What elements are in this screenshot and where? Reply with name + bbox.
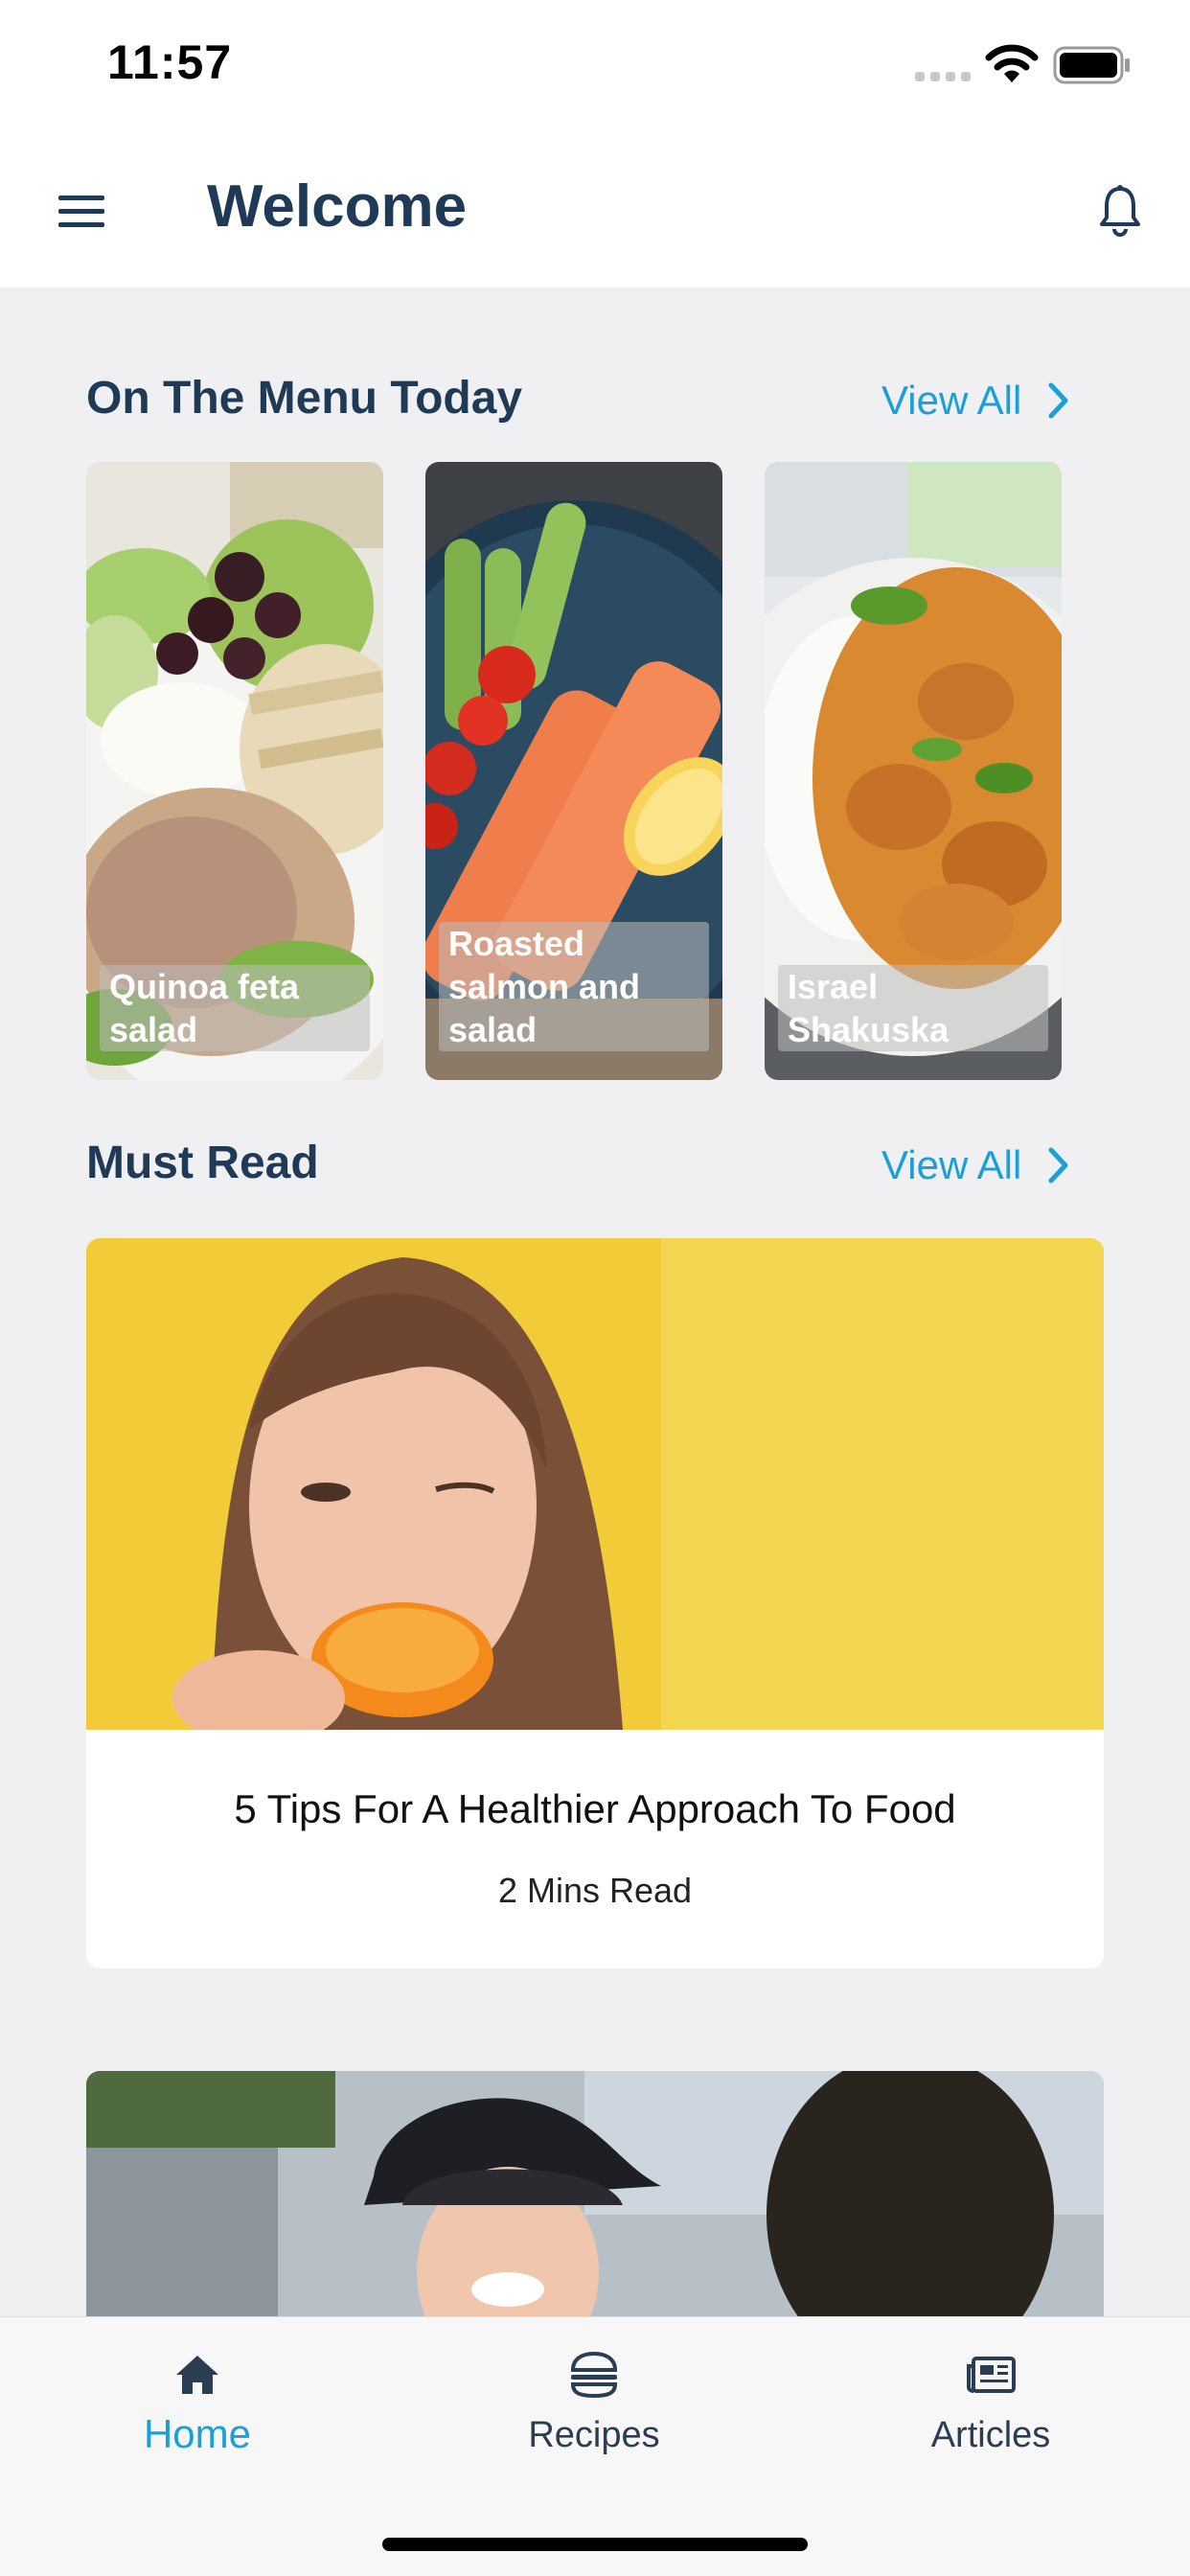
wifi-icon — [985, 44, 1039, 82]
chevron-right-icon — [1048, 1147, 1068, 1184]
menu-card-label: Quinoa feta salad — [100, 965, 370, 1051]
tab-articles[interactable]: Articles — [847, 2348, 1134, 2482]
home-indicator — [382, 2538, 808, 2551]
notifications-button[interactable] — [1088, 178, 1152, 245]
status-time: 11:57 — [107, 35, 233, 89]
must-read-section-title: Must Read — [86, 1138, 319, 1188]
cellular-signal-icon — [915, 72, 971, 81]
article-title: 5 Tips For A Healthier Approach To Food — [234, 1786, 956, 1831]
newspaper-icon — [967, 2357, 1016, 2393]
article-image-woman-orange — [86, 1238, 1104, 1730]
bell-icon — [1100, 185, 1140, 237]
must-read-view-all-button[interactable]: View All — [881, 1142, 1069, 1188]
menu-card-label: Israel Shakuska — [778, 965, 1048, 1051]
menu-section-title: On The Menu Today — [86, 373, 523, 424]
hamburger-icon — [58, 196, 104, 227]
menu-card-label: Roasted salmon and salad — [439, 922, 709, 1051]
article-card-partial[interactable] — [86, 2071, 1104, 2320]
tab-recipes-label: Recipes — [528, 2415, 660, 2455]
page-title: Welcome — [207, 173, 468, 240]
view-all-label: View All — [881, 1142, 1022, 1187]
menu-card-roasted-salmon[interactable]: Roasted salmon and salad — [425, 462, 722, 1080]
tab-recipes[interactable]: Recipes — [450, 2348, 738, 2482]
article-read-time: 2 Mins Read — [497, 1871, 693, 1910]
status-bar: 11:57 — [0, 0, 1190, 134]
menu-button[interactable] — [50, 180, 113, 243]
article-image-people-street — [86, 2071, 1104, 2320]
tab-home[interactable]: Home — [54, 2348, 341, 2482]
menu-card-israel-shakuska[interactable]: Israel Shakuska — [765, 462, 1062, 1080]
tab-articles-label: Articles — [930, 2415, 1051, 2455]
view-all-label: View All — [881, 378, 1022, 423]
home-icon — [176, 2356, 218, 2394]
chevron-right-icon — [1048, 382, 1068, 419]
battery-icon — [1053, 46, 1130, 84]
article-card[interactable]: 5 Tips For A Healthier Approach To Food … — [86, 1238, 1104, 1968]
burger-icon — [570, 2351, 618, 2399]
app-header: Welcome — [0, 134, 1190, 288]
menu-view-all-button[interactable]: View All — [881, 378, 1069, 424]
menu-card-quinoa-feta-salad[interactable]: Quinoa feta salad — [86, 462, 383, 1080]
tab-home-label: Home — [143, 2411, 252, 2456]
